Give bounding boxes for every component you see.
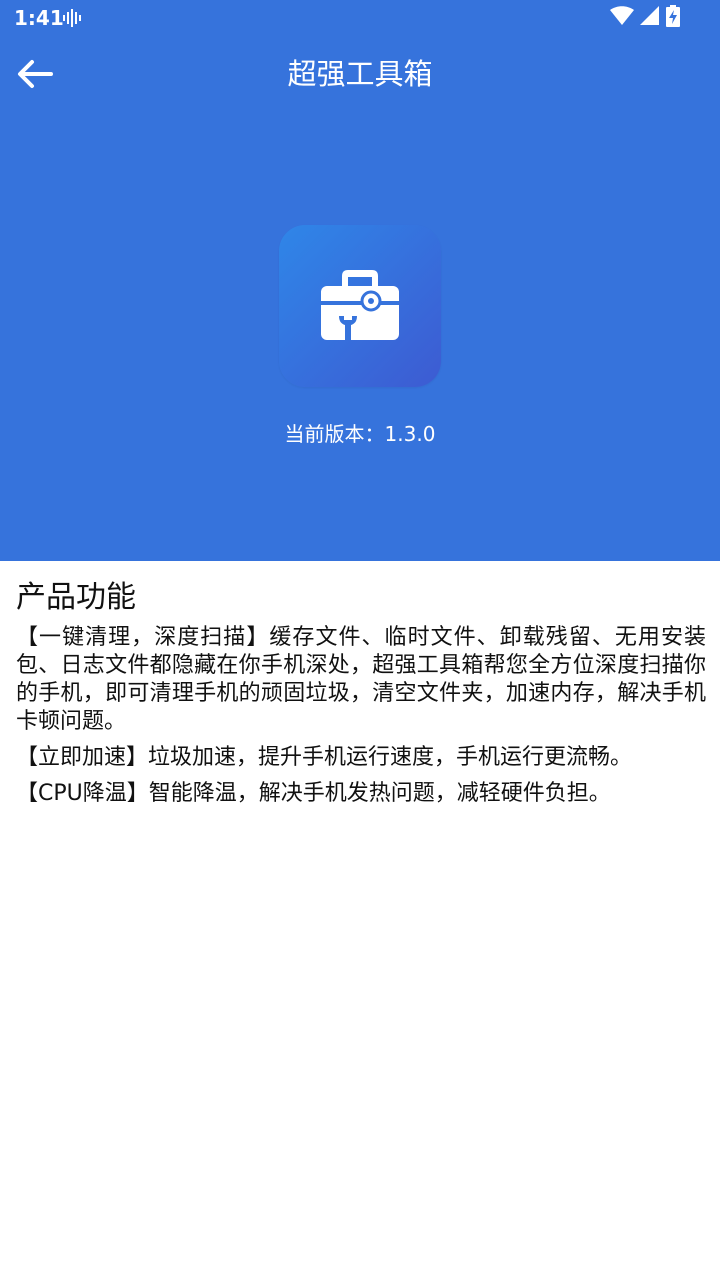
section-title: 产品功能 (16, 580, 136, 615)
version-label: 当前版本：1.3.0 (284, 422, 436, 446)
feature-paragraph-clean: 【一键清理，深度扫描】缓存文件、临时文件、卸载残留、无用安装包、日志文件都隐藏在… (16, 625, 706, 734)
page-title: 超强工具箱 (287, 57, 433, 91)
toolbox-icon (321, 270, 399, 340)
wifi-icon (610, 6, 634, 30)
header-banner: 1:41 超强工具箱 当前版本：1.3.0 (0, 0, 720, 561)
features-section: 产品功能 【一键清理，深度扫描】缓存文件、临时文件、卸载残留、无用安装包、日志文… (16, 578, 706, 816)
status-icons (610, 5, 680, 31)
signal-icon (640, 6, 660, 30)
battery-charging-icon (666, 5, 680, 31)
voice-wave-icon (62, 8, 84, 28)
feature-paragraph-cpu: 【CPU降温】智能降温，解决手机发热问题，减轻硬件负担。 (16, 781, 611, 806)
app-logo (279, 225, 441, 387)
feature-paragraph-speed: 【立即加速】垃圾加速，提升手机运行速度，手机运行更流畅。 (16, 745, 633, 770)
status-bar: 1:41 (0, 0, 720, 36)
toolbar: 超强工具箱 (0, 36, 720, 112)
status-time: 1:41 (14, 6, 64, 30)
